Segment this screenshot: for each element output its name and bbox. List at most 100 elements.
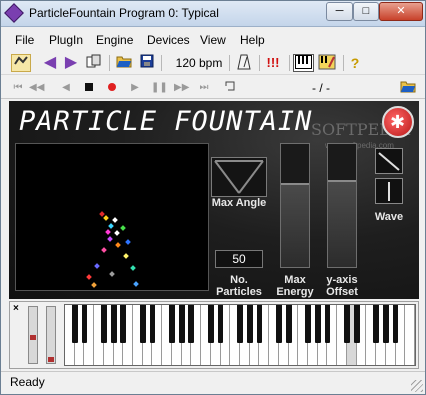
particle — [114, 230, 120, 236]
song-position: - / - — [312, 81, 330, 95]
max-energy-slider[interactable] — [280, 143, 310, 268]
black-key[interactable] — [305, 305, 311, 343]
black-key[interactable] — [110, 305, 117, 343]
brand-logo: ✱ — [382, 106, 414, 138]
offset-label-line1: y-axis — [326, 274, 358, 286]
particle — [130, 265, 136, 271]
wave-square-button[interactable] — [375, 178, 403, 204]
title-bar: ParticleFountain Program 0: Typical ─ □ … — [1, 1, 425, 27]
max-angle-control[interactable] — [211, 157, 267, 197]
particle — [133, 281, 139, 287]
black-key[interactable] — [256, 305, 263, 343]
black-key[interactable] — [353, 305, 360, 343]
max-angle-label: Max Angle — [211, 197, 267, 209]
panic-button[interactable]: !!! — [263, 54, 283, 72]
black-key[interactable] — [275, 305, 282, 343]
skip-forward-icon[interactable]: ⏭ — [197, 79, 211, 97]
piano-roll-icon[interactable] — [317, 54, 337, 72]
help-button[interactable]: ? — [347, 54, 363, 72]
keyboard-toggle-icon[interactable] — [293, 54, 314, 72]
particles-count-field[interactable]: 50 — [215, 250, 263, 268]
app-icon[interactable] — [4, 3, 24, 23]
toolbar-separator — [109, 55, 110, 71]
record-icon[interactable] — [105, 79, 119, 97]
maximize-button[interactable]: □ — [353, 2, 379, 21]
black-key[interactable] — [71, 305, 78, 343]
black-key[interactable] — [149, 305, 156, 343]
keyboard-close-button[interactable]: × — [13, 303, 19, 314]
menu-file[interactable]: File — [15, 33, 34, 47]
black-key[interactable] — [120, 305, 127, 343]
transport-toolbar: ⏮ ◀◀ ◀ ▶ ❚❚ ▶▶ ⏭ - / - — [1, 77, 425, 99]
black-key[interactable] — [314, 305, 321, 343]
fast-forward-icon[interactable]: ▶▶ — [174, 79, 189, 97]
forward-arrow-icon[interactable]: ▶ — [62, 54, 80, 72]
app-window: ParticleFountain Program 0: Typical ─ □ … — [0, 0, 426, 395]
open-folder-icon[interactable] — [399, 79, 417, 97]
black-key[interactable] — [392, 305, 399, 343]
particles-label-line1: No. — [230, 274, 248, 286]
particle-canvas[interactable] — [15, 143, 209, 291]
loop-icon[interactable] — [223, 79, 237, 97]
window-title: ParticleFountain Program 0: Typical — [29, 6, 219, 20]
y-offset-slider[interactable] — [327, 143, 357, 268]
black-key[interactable] — [246, 305, 253, 343]
plugin-icon[interactable] — [11, 54, 31, 72]
menu-help[interactable]: Help — [240, 33, 265, 47]
menu-engine[interactable]: Engine — [96, 33, 133, 47]
stop-icon[interactable] — [82, 79, 96, 97]
particle — [103, 215, 109, 221]
black-key[interactable] — [373, 305, 380, 343]
particle — [105, 229, 111, 235]
pitch-wheel-marker — [30, 335, 36, 340]
menu-plugin[interactable]: PlugIn — [49, 33, 83, 47]
white-key[interactable] — [405, 305, 415, 365]
black-key[interactable] — [237, 305, 243, 343]
menu-view[interactable]: View — [200, 33, 226, 47]
metronome-icon[interactable] — [235, 54, 253, 72]
black-key[interactable] — [382, 305, 389, 343]
black-key[interactable] — [139, 305, 146, 343]
black-key[interactable] — [285, 305, 292, 343]
energy-label-line1: Max — [284, 274, 306, 286]
particle — [123, 253, 129, 259]
toolbar-separator — [161, 55, 162, 71]
back-arrow-icon[interactable]: ◀ — [41, 54, 59, 72]
main-toolbar: ◀ ▶ 120 bpm !!! ? — [1, 52, 425, 75]
toolbar-separator — [259, 55, 260, 71]
open-folder-icon[interactable] — [115, 54, 133, 72]
save-icon[interactable] — [139, 54, 155, 72]
max-energy-level — [281, 183, 309, 267]
black-key[interactable] — [169, 305, 175, 343]
particle — [112, 217, 118, 223]
mod-wheel[interactable] — [46, 306, 56, 364]
close-button[interactable]: ✕ — [379, 2, 423, 21]
particle — [108, 223, 114, 229]
step-back-icon[interactable]: ◀◀ — [29, 79, 44, 97]
black-key[interactable] — [188, 305, 195, 343]
star-icon: ✱ — [390, 112, 406, 132]
skip-back-icon[interactable]: ⏮ — [11, 79, 25, 97]
black-key[interactable] — [344, 305, 350, 343]
mod-wheel-marker — [48, 357, 54, 362]
copy-icon[interactable] — [85, 54, 103, 72]
tempo-display[interactable]: 120 bpm — [173, 54, 225, 72]
piano-keyboard[interactable] — [64, 304, 416, 366]
toolbar-separator — [229, 55, 230, 71]
resize-grip-icon[interactable] — [411, 380, 423, 392]
black-key[interactable] — [81, 305, 88, 343]
particle — [120, 225, 126, 231]
minimize-button[interactable]: ─ — [326, 2, 353, 21]
black-key[interactable] — [178, 305, 185, 343]
pitch-wheel[interactable] — [28, 306, 38, 364]
black-key[interactable] — [100, 305, 107, 343]
play-icon[interactable]: ▶ — [128, 79, 142, 97]
menu-devices[interactable]: Devices — [147, 33, 190, 47]
rewind-icon[interactable]: ◀ — [59, 79, 73, 97]
pause-icon[interactable]: ❚❚ — [151, 79, 168, 97]
wave-saw-button[interactable] — [375, 148, 403, 174]
black-key[interactable] — [217, 305, 224, 343]
black-key[interactable] — [324, 305, 331, 343]
black-key[interactable] — [207, 305, 214, 343]
plugin-title: PARTICLE FOUNTAIN — [19, 106, 313, 137]
